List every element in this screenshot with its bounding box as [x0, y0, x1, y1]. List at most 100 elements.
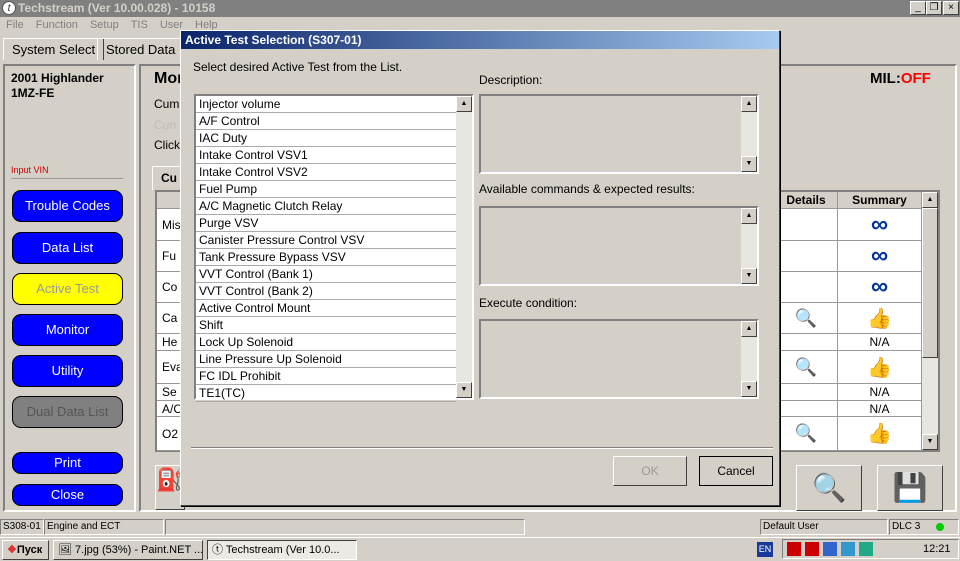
close-window-button[interactable]: × [943, 1, 959, 15]
tray-app-icon[interactable] [841, 542, 855, 556]
system-tray: 12:21 [782, 539, 959, 559]
list-item[interactable]: Injector volume [196, 96, 456, 113]
ok-button[interactable]: OK [613, 456, 687, 486]
list-item[interactable]: Intake Control VSV1 [196, 147, 456, 164]
list-item[interactable]: Line Pressure Up Solenoid [196, 351, 456, 368]
magnifier-button[interactable]: 🔍 [796, 465, 862, 511]
details-cell[interactable] [775, 209, 838, 240]
details-cell[interactable] [775, 401, 838, 416]
language-indicator[interactable]: EN [757, 542, 773, 557]
taskbar-item-techstream[interactable]: ⓣ Techstream (Ver 10.0... [207, 540, 357, 560]
scroll-up-arrow-icon[interactable]: ▲ [922, 192, 938, 208]
tab-stored-data[interactable]: Stored Data [97, 38, 185, 60]
infinity-icon: ∞ [870, 210, 889, 238]
list-item[interactable]: Shift [196, 317, 456, 334]
summary-cell: 👍 [838, 303, 922, 333]
menu-setup[interactable]: Setup [84, 17, 125, 35]
scroll-up-arrow-icon[interactable]: ▲ [741, 321, 757, 337]
description-label: Description: [479, 73, 543, 87]
list-item[interactable]: VVT Control (Bank 1) [196, 266, 456, 283]
list-item[interactable]: Active Control Mount [196, 300, 456, 317]
details-cell[interactable]: 🔍 [775, 303, 838, 333]
scroll-up-arrow-icon[interactable]: ▲ [741, 208, 757, 224]
scroll-up-arrow-icon[interactable]: ▲ [456, 96, 472, 112]
list-item[interactable]: Fuel Pump [196, 181, 456, 198]
list-item[interactable]: Lock Up Solenoid [196, 334, 456, 351]
summary-cell: 👍 [838, 351, 922, 383]
monitor-button[interactable]: Monitor [12, 314, 123, 346]
details-cell[interactable]: 🔍 [775, 351, 838, 383]
details-cell[interactable]: 🔍 [775, 417, 838, 450]
trouble-codes-button[interactable]: Trouble Codes [12, 190, 123, 222]
minimize-button[interactable]: _ [910, 1, 926, 15]
close-button[interactable]: Close [12, 484, 123, 506]
mil-status: MIL:OFF [870, 70, 931, 87]
cancel-button[interactable]: Cancel [699, 456, 773, 486]
maximize-button[interactable]: ❐ [926, 1, 942, 15]
scrollbar[interactable]: ▲ ▼ [741, 321, 757, 397]
scroll-down-arrow-icon[interactable]: ▼ [741, 268, 757, 284]
table-scrollbar[interactable]: ▲ ▼ [922, 192, 938, 450]
list-item[interactable]: FC IDL Prohibit [196, 368, 456, 385]
start-button[interactable]: ❖Пуск [2, 540, 49, 560]
save-button[interactable]: 💾 [877, 465, 943, 511]
summary-text: N/A [869, 401, 890, 416]
tab-system-select[interactable]: System Select [3, 38, 105, 60]
tray-app-icon[interactable] [805, 542, 819, 556]
commands-box: ▲ ▼ [479, 206, 759, 286]
list-item[interactable]: Purge VSV [196, 215, 456, 232]
input-vin-link[interactable]: Input VIN [11, 165, 49, 175]
list-item[interactable]: A/C Magnetic Clutch Relay [196, 198, 456, 215]
menu-function[interactable]: Function [30, 17, 84, 35]
scroll-down-arrow-icon[interactable]: ▼ [922, 434, 938, 450]
list-item[interactable]: IAC Duty [196, 130, 456, 147]
list-item[interactable]: Canister Pressure Control VSV [196, 232, 456, 249]
summary-cell: ∞ [838, 272, 922, 302]
vehicle-model: 2001 Highlander [11, 71, 104, 85]
list-item[interactable]: Intake Control VSV2 [196, 164, 456, 181]
clock: 12:21 [923, 543, 951, 555]
taskbar-item-paint[interactable]: 🖼 7.jpg (53%) - Paint.NET ... [53, 540, 203, 560]
condition-label: Execute condition: [479, 296, 578, 310]
data-list-button[interactable]: Data List [12, 232, 123, 264]
scroll-down-arrow-icon[interactable]: ▼ [741, 156, 757, 172]
scroll-up-arrow-icon[interactable]: ▲ [741, 96, 757, 112]
magnifier-icon[interactable]: 🔍 [795, 308, 817, 329]
tray-network-icon[interactable] [823, 542, 837, 556]
divider [11, 178, 123, 179]
menu-tis[interactable]: TIS [125, 17, 154, 35]
details-cell[interactable] [775, 241, 838, 271]
scrollbar[interactable]: ▲ ▼ [741, 208, 757, 284]
list-item[interactable]: A/F Control [196, 113, 456, 130]
info-line: Curr [154, 118, 178, 132]
details-cell[interactable] [775, 384, 838, 400]
thumbs-up-icon: 👍 [867, 423, 892, 445]
list-item[interactable]: Tank Pressure Bypass VSV [196, 249, 456, 266]
status-code: S308-01 [0, 519, 44, 535]
scroll-thumb[interactable] [922, 208, 938, 358]
active-test-button[interactable]: Active Test [12, 273, 123, 305]
menu-file[interactable]: File [0, 17, 30, 35]
magnifier-icon[interactable]: 🔍 [795, 423, 817, 444]
status-blank [165, 519, 525, 535]
tray-app-icon[interactable] [859, 542, 873, 556]
tray-app-icon[interactable] [787, 542, 801, 556]
scroll-down-arrow-icon[interactable]: ▼ [741, 381, 757, 397]
magnifier-icon[interactable]: 🔍 [795, 357, 817, 378]
scroll-down-arrow-icon[interactable]: ▼ [456, 382, 472, 398]
windows-logo-icon: ❖ [7, 544, 17, 556]
status-system: Engine and ECT [44, 519, 164, 535]
description-box: ▲ ▼ [479, 94, 759, 174]
print-button[interactable]: Print [12, 452, 123, 474]
details-cell[interactable] [775, 334, 838, 350]
list-scrollbar[interactable]: ▲ ▼ [456, 96, 472, 398]
save-icon: 💾 [892, 472, 928, 503]
info-line: Click [154, 138, 180, 152]
list-item[interactable]: TE1(TC) [196, 385, 456, 402]
list-item[interactable]: VVT Control (Bank 2) [196, 283, 456, 300]
active-test-list[interactable]: Injector volume A/F Control IAC Duty Intake… [194, 94, 474, 402]
utility-button[interactable]: Utility [12, 355, 123, 387]
details-cell[interactable] [775, 272, 838, 302]
summary-text: N/A [869, 385, 890, 399]
scrollbar[interactable]: ▲ ▼ [741, 96, 757, 172]
